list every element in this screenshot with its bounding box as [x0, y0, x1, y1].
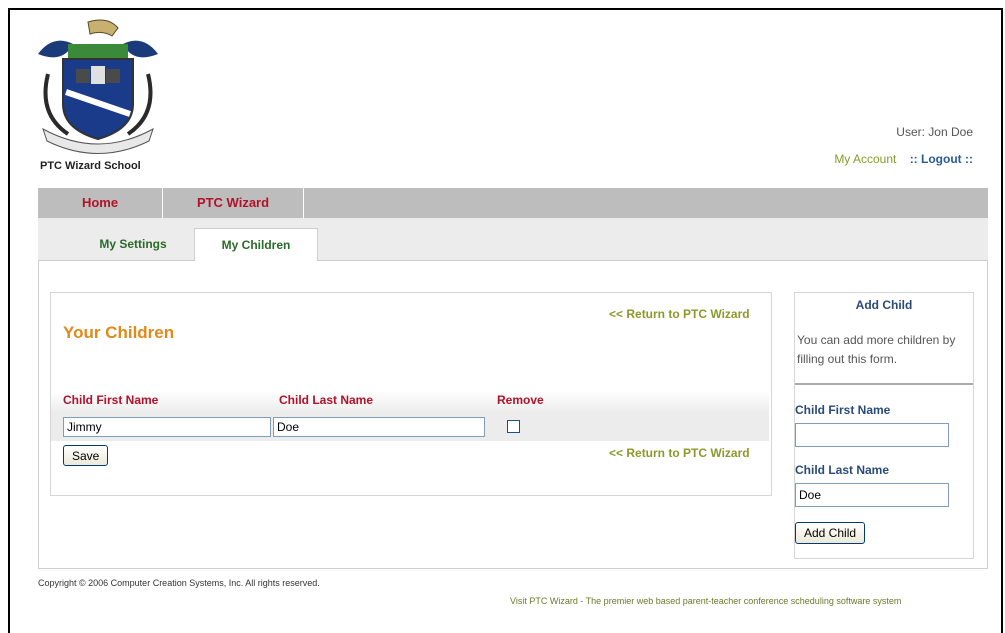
my-account-link[interactable]: My Account [834, 152, 896, 166]
user-label: User: Jon Doe [896, 125, 973, 139]
add-child-button[interactable]: Add Child [795, 522, 866, 544]
divider [795, 383, 973, 385]
account-links: My Account :: Logout :: [834, 152, 973, 166]
nav-ptc-wizard[interactable]: PTC Wizard [163, 188, 303, 218]
panel-title: Your Children [63, 323, 175, 342]
add-last-name-label: Child Last Name [795, 463, 890, 477]
return-to-wizard-link-top[interactable]: << Return to PTC Wizard [609, 307, 750, 321]
nav-separator [303, 188, 304, 218]
remove-checkbox[interactable] [507, 420, 520, 433]
sub-nav: My Settings My Children [38, 218, 988, 261]
child-first-name-input[interactable] [63, 417, 271, 437]
logout-link[interactable]: :: Logout :: [910, 152, 973, 166]
copyright-text: Copyright © 2006 Computer Creation Syste… [38, 578, 320, 588]
child-last-name-input[interactable] [273, 417, 485, 437]
children-panel: Your Children << Return to PTC Wizard Ch… [50, 292, 772, 496]
nav-home[interactable]: Home [38, 188, 162, 218]
tab-my-settings[interactable]: My Settings [78, 228, 188, 260]
add-first-name-label: Child First Name [795, 403, 891, 417]
add-child-panel: Add Child You can add more children by f… [794, 292, 974, 559]
add-first-name-input[interactable] [795, 423, 949, 447]
table-header [51, 391, 769, 413]
tab-my-children[interactable]: My Children [194, 228, 318, 261]
main-nav: Home PTC Wizard [38, 188, 988, 218]
save-button[interactable]: Save [63, 445, 109, 466]
add-last-name-input[interactable] [795, 483, 949, 507]
add-child-description: You can add more children by filling out… [797, 333, 956, 366]
column-header-last-name: Child Last Name [279, 393, 374, 407]
column-header-first-name: Child First Name [63, 393, 159, 407]
add-child-title: Add Child [855, 298, 913, 312]
column-header-remove: Remove [497, 393, 544, 407]
school-crest-logo [38, 19, 158, 154]
school-name: PTC Wizard School [40, 160, 141, 172]
footer-tagline-link[interactable]: Visit PTC Wizard - The premier web based… [510, 596, 901, 606]
return-to-wizard-link-bottom[interactable]: << Return to PTC Wizard [609, 446, 750, 460]
